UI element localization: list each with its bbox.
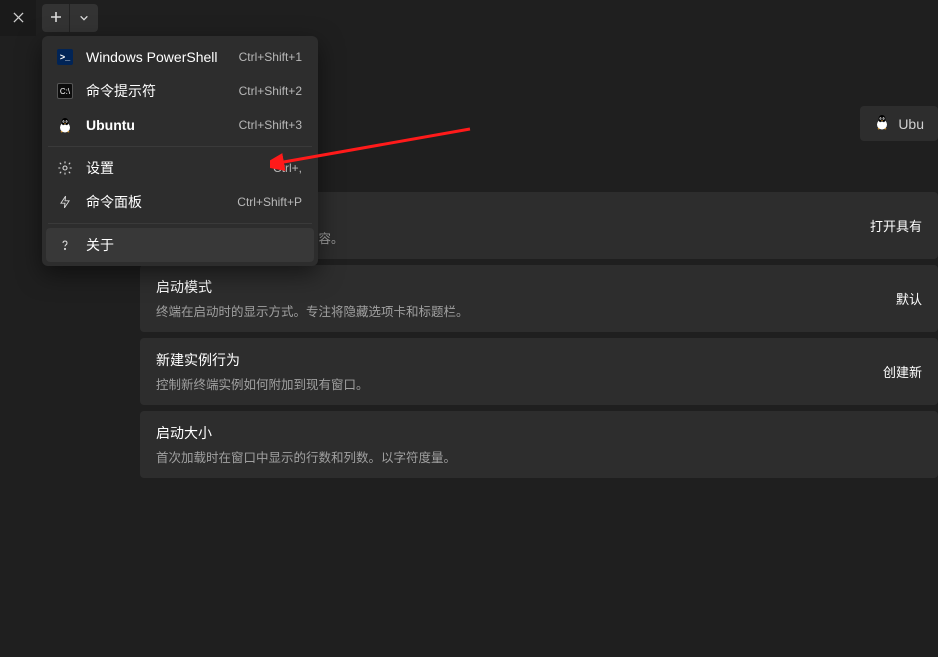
dropdown-item-about[interactable]: 关于 — [46, 228, 314, 262]
dropdown-item-ubuntu[interactable]: Ubuntu Ctrl+Shift+3 — [46, 108, 314, 142]
default-profile-selector[interactable]: Ubu — [860, 106, 938, 141]
dropdown-item-shortcut: Ctrl+Shift+1 — [239, 50, 302, 64]
dropdown-item-label: 关于 — [86, 235, 114, 255]
card-value: 默认 — [896, 289, 922, 308]
dropdown-separator — [48, 223, 312, 224]
new-tab-button[interactable] — [42, 4, 70, 32]
card-title: 启动大小 — [156, 423, 902, 443]
card-text: 新建实例行为 控制新终端实例如何附加到现有窗口。 — [156, 350, 863, 393]
gear-icon — [56, 159, 74, 177]
dropdown-item-label: 设置 — [86, 158, 114, 178]
lightning-icon — [56, 193, 74, 211]
card-title: 新建实例行为 — [156, 350, 863, 370]
cmd-icon: C:\ — [56, 82, 74, 100]
dropdown-item-shortcut: Ctrl+Shift+2 — [239, 84, 302, 98]
title-bar — [0, 0, 938, 36]
close-tab-button[interactable] — [0, 0, 36, 36]
dropdown-item-command-palette[interactable]: 命令面板 Ctrl+Shift+P — [46, 185, 314, 219]
dropdown-item-shortcut: Ctrl+Shift+3 — [239, 118, 302, 132]
close-icon — [13, 10, 24, 26]
setting-card-launch-size[interactable]: 启动大小 首次加载时在窗口中显示的行数和列数。以字符度量。 — [140, 411, 938, 478]
setting-card-launch-mode[interactable]: 启动模式 终端在启动时的显示方式。专注将隐藏选项卡和标题栏。 默认 — [140, 265, 938, 332]
dropdown-item-shortcut: Ctrl+Shift+P — [237, 195, 302, 209]
card-desc: 终端在启动时的显示方式。专注将隐藏选项卡和标题栏。 — [156, 301, 876, 320]
dropdown-separator — [48, 146, 312, 147]
card-title: 启动模式 — [156, 277, 876, 297]
tux-icon — [56, 116, 74, 134]
dropdown-item-label: 命令提示符 — [86, 81, 156, 101]
dropdown-item-powershell[interactable]: >_ Windows PowerShell Ctrl+Shift+1 — [46, 40, 314, 74]
chevron-down-icon — [79, 10, 89, 26]
setting-card-new-instance[interactable]: 新建实例行为 控制新终端实例如何附加到现有窗口。 创建新 — [140, 338, 938, 405]
card-value: 创建新 — [883, 362, 922, 381]
card-text: 启动模式 终端在启动时的显示方式。专注将隐藏选项卡和标题栏。 — [156, 277, 876, 320]
dropdown-item-label: Ubuntu — [86, 117, 135, 133]
new-tab-dropdown-button[interactable] — [70, 4, 98, 32]
dropdown-item-settings[interactable]: 设置 Ctrl+, — [46, 151, 314, 185]
card-value: 打开具有 — [870, 216, 922, 235]
dropdown-item-shortcut: Ctrl+, — [273, 161, 302, 175]
dropdown-item-label: Windows PowerShell — [86, 49, 218, 65]
dropdown-item-label: 命令面板 — [86, 192, 142, 212]
card-text: 启动大小 首次加载时在窗口中显示的行数和列数。以字符度量。 — [156, 423, 902, 466]
powershell-icon: >_ — [56, 48, 74, 66]
dropdown-item-cmd[interactable]: C:\ 命令提示符 Ctrl+Shift+2 — [46, 74, 314, 108]
question-icon — [56, 236, 74, 254]
default-profile-value: Ubu — [898, 116, 924, 132]
new-tab-dropdown-menu: >_ Windows PowerShell Ctrl+Shift+1 C:\ 命… — [42, 36, 318, 266]
new-tab-split-button — [42, 4, 98, 32]
plus-icon — [50, 10, 62, 26]
tux-icon — [874, 114, 890, 133]
card-desc: 首次加载时在窗口中显示的行数和列数。以字符度量。 — [156, 447, 902, 466]
card-desc: 控制新终端实例如何附加到现有窗口。 — [156, 374, 863, 393]
